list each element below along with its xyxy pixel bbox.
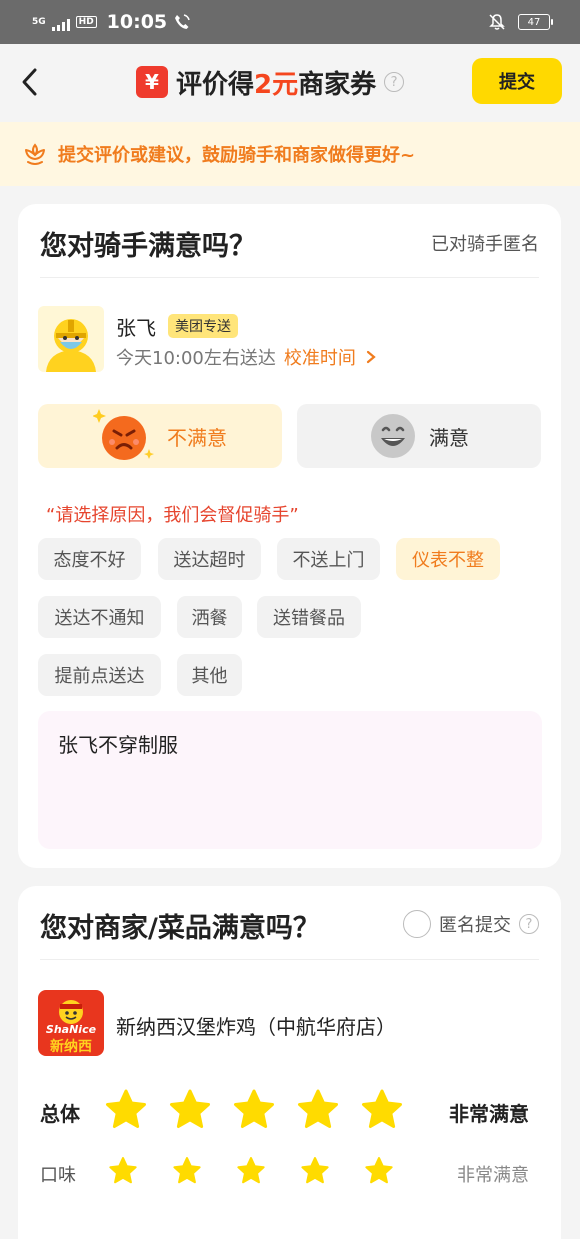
star-icon[interactable] (168, 1088, 212, 1132)
reason-chip[interactable]: 态度不好 (38, 538, 141, 580)
rider-delivery-badge: 美团专送 (168, 314, 238, 338)
yen-symbol: ¥ (145, 70, 159, 94)
rider-review-card: 您对骑手满意吗？ 已对骑手匿名 张飞 美团专送 今天10:00左右送达 校准时间 (18, 204, 561, 868)
help-icon[interactable]: ? (384, 72, 405, 92)
eta-text: 今天10:00左右送达 (116, 348, 276, 369)
shop-logo: ShaNice 新纳西 (38, 990, 104, 1056)
coupon-icon: ¥ (136, 66, 168, 98)
rating-label-overall: 总体 (40, 1102, 80, 1126)
reason-prompt: “请选择原因，我们会督促骑手” (46, 505, 299, 526)
star-icon[interactable] (104, 1088, 148, 1132)
reason-chip[interactable]: 不送上门 (277, 538, 380, 580)
wifi-call-icon (175, 14, 190, 29)
hd-badge: HD (75, 16, 97, 28)
flower-icon (25, 143, 45, 165)
star-icon[interactable] (108, 1156, 138, 1186)
chevron-right-icon (366, 350, 376, 364)
anonymous-label: 匿名提交 (439, 915, 511, 936)
divider (40, 959, 539, 960)
taste-stars[interactable] (108, 1156, 394, 1186)
calibrate-time-label: 校准时间 (283, 348, 356, 369)
submit-button[interactable]: 提交 (472, 58, 562, 104)
title-text: 评价得2元商家券 (176, 64, 376, 101)
star-icon[interactable] (360, 1088, 404, 1132)
anonymous-submit-toggle[interactable]: 匿名提交 ? (403, 910, 539, 938)
shop-logo-cn: 新纳西 (50, 1039, 92, 1055)
page-title: ¥ 评价得2元商家券 ? (136, 62, 405, 102)
network-label: 5G (32, 16, 46, 27)
comment-textarea[interactable]: 张飞不穿制服 (38, 711, 542, 849)
help-icon[interactable]: ? (519, 914, 539, 934)
rating-text-taste: 非常满意 (457, 1165, 529, 1186)
back-arrow-icon[interactable] (16, 64, 46, 100)
rider-name: 张飞 (116, 316, 156, 340)
divider (40, 277, 539, 278)
rider-anonymous-text: 已对骑手匿名 (431, 234, 539, 255)
merchant-review-card: 您对商家/菜品满意吗？ 匿名提交 ? ShaNice 新纳西 新纳西汉堡炸鸡（中… (18, 886, 561, 1239)
angry-face-icon (93, 409, 154, 460)
title-prefix: 评价得 (176, 69, 255, 100)
rating-text-overall: 非常满意 (449, 1102, 529, 1126)
reason-chip[interactable]: 送达不通知 (38, 596, 161, 638)
signal-icon (51, 19, 70, 31)
star-icon[interactable] (236, 1156, 266, 1186)
delivery-eta: 今天10:00左右送达 校准时间 (116, 344, 376, 370)
header: ¥ 评价得2元商家券 ? 提交 (0, 44, 580, 122)
satisfied-button[interactable]: 满意 (297, 404, 541, 468)
satisfied-label: 满意 (429, 425, 469, 450)
star-icon[interactable] (300, 1156, 330, 1186)
clock: 10:05 (106, 11, 168, 33)
reason-chip-selected[interactable]: 仪表不整 (396, 538, 500, 580)
star-icon[interactable] (296, 1088, 340, 1132)
anonymous-radio[interactable] (403, 910, 431, 938)
rating-label-taste: 口味 (40, 1165, 76, 1186)
shop-logo-text: ShaNice (45, 1023, 97, 1036)
mute-icon (489, 14, 505, 30)
star-icon[interactable] (364, 1156, 394, 1186)
star-icon[interactable] (172, 1156, 202, 1186)
calibrate-time-link[interactable]: 校准时间 (284, 344, 376, 370)
shop-name: 新纳西汉堡炸鸡（中航华府店） (116, 1015, 396, 1039)
title-highlight: 2元 (254, 69, 299, 100)
status-bar: 5G HD 10:05 47 (0, 0, 580, 44)
reason-chip[interactable]: 洒餐 (177, 596, 242, 638)
overall-stars[interactable] (104, 1088, 404, 1132)
merchant-section-title: 您对商家/菜品满意吗？ (40, 913, 320, 944)
unsatisfied-button[interactable]: 不满意 (38, 404, 282, 468)
battery-level: 47 (527, 16, 541, 28)
rider-section-title: 您对骑手满意吗？ (40, 231, 256, 262)
tip-text: 提交评价或建议，鼓励骑手和商家做得更好~ (58, 145, 416, 166)
battery-icon: 47 (518, 14, 553, 30)
tip-banner: 提交评价或建议，鼓励骑手和商家做得更好~ (0, 122, 580, 186)
reason-chip[interactable]: 其他 (177, 654, 242, 696)
unsatisfied-label: 不满意 (167, 425, 227, 450)
title-suffix: 商家券 (298, 69, 377, 100)
star-icon[interactable] (232, 1088, 276, 1132)
rider-avatar (38, 306, 104, 372)
reason-chip[interactable]: 提前点送达 (38, 654, 161, 696)
reason-chip[interactable]: 送达超时 (158, 538, 261, 580)
reason-chip[interactable]: 送错餐品 (257, 596, 361, 638)
happy-face-icon (371, 414, 415, 458)
